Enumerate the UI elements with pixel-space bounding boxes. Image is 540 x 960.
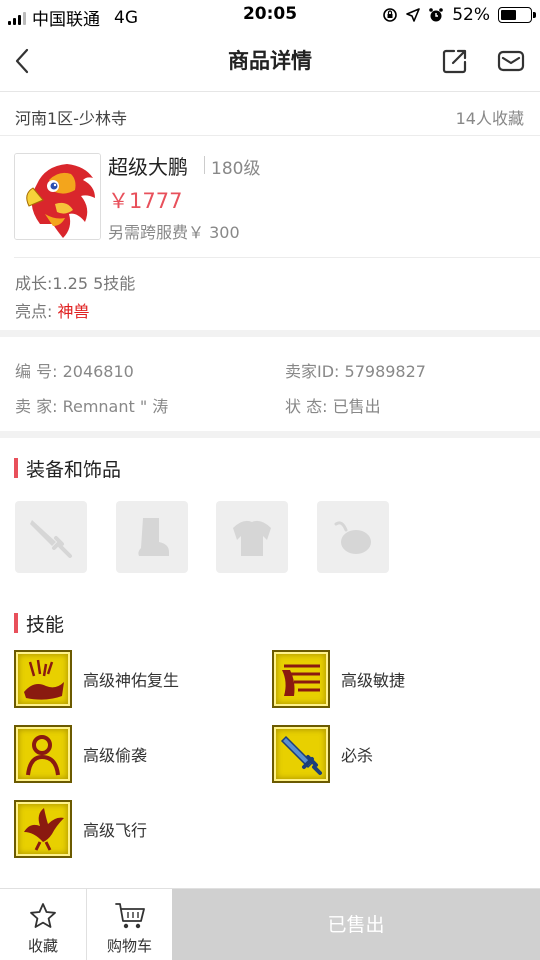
boots-slot-icon bbox=[138, 518, 169, 556]
favorite-count: 14人收藏 bbox=[455, 109, 524, 128]
armor-slot-icon bbox=[233, 520, 271, 556]
rotation-lock-icon bbox=[383, 8, 398, 22]
skill-name: 高级敏捷 bbox=[341, 671, 406, 690]
server-row: 河南1区-少林寺 14人收藏 bbox=[0, 93, 540, 136]
revive-skill-icon bbox=[14, 650, 72, 708]
flight-skill-icon bbox=[14, 800, 72, 858]
state-value: 已售出 bbox=[332, 397, 381, 416]
growth-stats: 成长:1.25 5技能 bbox=[15, 274, 136, 293]
back-arrow-icon[interactable] bbox=[10, 46, 40, 76]
highlight-label: 亮点: bbox=[15, 302, 58, 321]
sold-out-button[interactable]: 已售出 bbox=[172, 889, 540, 960]
skill-name: 高级神佑复生 bbox=[83, 671, 180, 690]
accessory-slot-icon bbox=[334, 521, 371, 554]
seller-id-value: 57989827 bbox=[344, 362, 426, 381]
highlight-line: 亮点: 神兽 bbox=[15, 298, 90, 322]
boots-slot[interactable] bbox=[116, 501, 188, 573]
section-divider bbox=[0, 431, 540, 438]
cart-label: 购物车 bbox=[106, 937, 152, 955]
seller-id-label: 卖家ID: bbox=[285, 362, 345, 381]
armor-slot[interactable] bbox=[216, 501, 288, 573]
product-summary: 超级大鹏 180级 ￥1777 另需跨服费￥ 300 bbox=[0, 137, 540, 257]
status-bar: 中国联通 4G 20:05 52% bbox=[0, 0, 540, 30]
listing-state: 状 态: 已售出 bbox=[285, 393, 381, 417]
listing-id-label: 编 号: bbox=[15, 362, 63, 381]
product-level: 180级 bbox=[211, 159, 261, 179]
skill-item[interactable]: 必杀 bbox=[272, 725, 373, 783]
cart-icon bbox=[114, 903, 145, 929]
favorite-button[interactable]: 收藏 bbox=[0, 889, 86, 960]
highlight-value: 神兽 bbox=[57, 302, 90, 321]
mail-icon[interactable] bbox=[496, 46, 526, 76]
nav-bar: 商品详情 bbox=[0, 30, 540, 92]
critical-skill-icon bbox=[272, 725, 330, 783]
agility-skill-icon bbox=[272, 650, 330, 708]
skill-name: 高级飞行 bbox=[83, 821, 148, 840]
equipment-section-title: 装备和饰品 bbox=[14, 455, 121, 482]
seller-label: 卖 家: bbox=[15, 397, 63, 416]
skill-name: 必杀 bbox=[341, 746, 374, 765]
listing-id-value: 2046810 bbox=[62, 362, 134, 381]
bottom-action-bar: 收藏 购物车 已售出 bbox=[0, 888, 540, 960]
star-icon bbox=[30, 903, 56, 928]
product-price: ￥1777 bbox=[108, 189, 183, 213]
divider bbox=[14, 257, 540, 258]
seller-value: Remnant " 涛 bbox=[62, 397, 169, 416]
alarm-icon bbox=[429, 8, 444, 22]
share-icon[interactable] bbox=[440, 46, 470, 76]
skill-name: 高级偷袭 bbox=[83, 746, 148, 765]
seller: 卖 家: Remnant " 涛 bbox=[15, 393, 168, 417]
state-label: 状 态: bbox=[285, 397, 333, 416]
cross-server-fee: 另需跨服费￥ 300 bbox=[108, 223, 240, 242]
battery-percent: 52% bbox=[452, 5, 490, 25]
seller-id: 卖家ID: 57989827 bbox=[285, 358, 426, 382]
bird-pet-image bbox=[15, 154, 100, 239]
server-name: 河南1区-少林寺 bbox=[15, 109, 127, 128]
location-icon bbox=[406, 8, 421, 22]
skills-section-title: 技能 bbox=[14, 610, 64, 637]
cart-button[interactable]: 购物车 bbox=[87, 889, 172, 960]
listing-id: 编 号: 2046810 bbox=[15, 358, 134, 382]
battery-icon bbox=[498, 7, 536, 23]
pet-avatar[interactable] bbox=[14, 153, 101, 240]
favorite-label: 收藏 bbox=[27, 937, 58, 955]
status-right: 52% bbox=[382, 5, 536, 25]
name-divider bbox=[204, 156, 205, 174]
skill-item[interactable]: 高级敏捷 bbox=[272, 650, 405, 708]
product-name: 超级大鹏 bbox=[108, 155, 188, 179]
weapon-slot[interactable] bbox=[15, 501, 87, 573]
accessory-slot[interactable] bbox=[317, 501, 389, 573]
skill-item[interactable]: 高级神佑复生 bbox=[14, 650, 179, 708]
skill-item[interactable]: 高级飞行 bbox=[14, 800, 147, 858]
skill-item[interactable]: 高级偷袭 bbox=[14, 725, 147, 783]
weapon-slot-icon bbox=[30, 520, 72, 558]
sneak-attack-skill-icon bbox=[14, 725, 72, 783]
section-divider bbox=[0, 330, 540, 337]
